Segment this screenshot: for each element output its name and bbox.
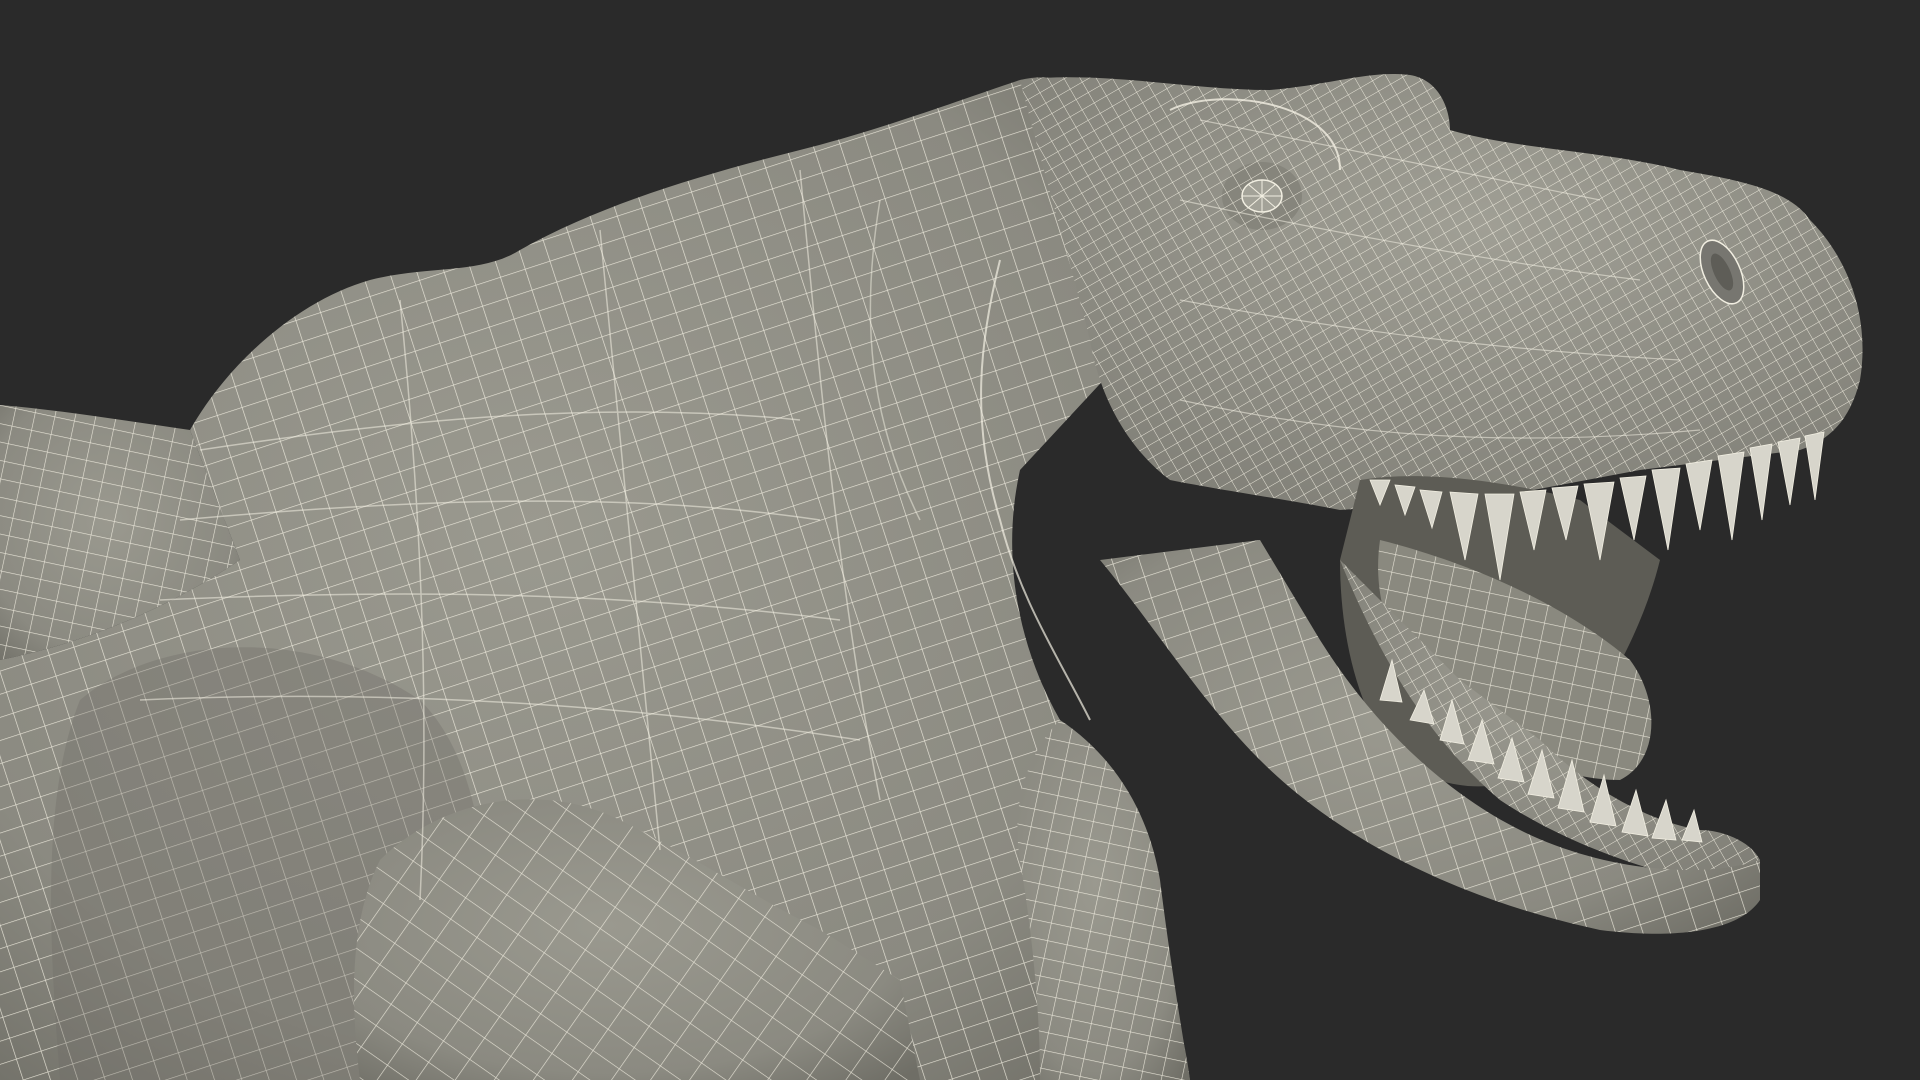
render-viewport <box>0 0 1920 1080</box>
dinosaur-wireframe-render <box>0 0 1920 1080</box>
eye <box>1222 162 1302 230</box>
